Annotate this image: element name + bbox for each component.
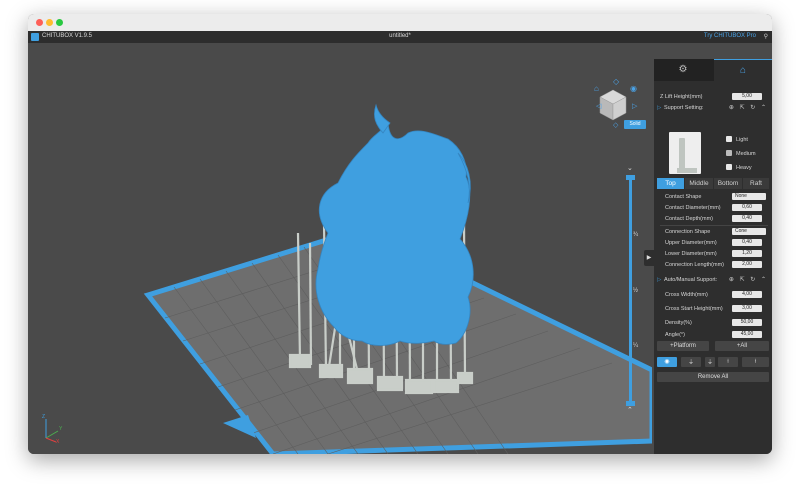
support-tool-1-button[interactable]: ⍊ [681, 357, 701, 367]
connection-shape-select[interactable]: Cone [732, 228, 766, 235]
home-view-icon[interactable]: ⌂ [594, 84, 599, 93]
add-all-button[interactable]: +All [715, 341, 769, 351]
connection-shape-label: Connection Shape [665, 229, 711, 235]
layer-slider[interactable] [629, 178, 632, 404]
support-setting-actions[interactable]: ⊕ ⇱ ↻ ⌃ [729, 104, 768, 111]
slider-mark: ¼ [633, 343, 639, 349]
support-tool-2-button[interactable]: ⍊ [705, 357, 715, 367]
cross-width-label: Cross Width(mm) [665, 292, 708, 298]
support-panel: ⚙ ⌂ Z Lift Height(mm) 5,00 ▷ Support Set… [654, 59, 772, 454]
close-window-button[interactable] [36, 19, 43, 26]
support-columns-icon: ⌂ [739, 65, 747, 76]
document-title: untitled* [389, 33, 411, 39]
heavy-checkbox[interactable] [726, 164, 732, 170]
contact-diameter-label: Contact Diameter(mm) [665, 205, 721, 211]
support-pin-icon: ⍊ [689, 359, 693, 365]
layer-slider-top-handle[interactable] [626, 175, 635, 180]
auto-manual-actions[interactable]: ⊕ ⇱ ↻ ⌃ [729, 276, 768, 283]
title-bar [28, 14, 772, 31]
panel-tabs: ⚙ ⌂ [654, 59, 772, 82]
density-input[interactable]: 50,00 [732, 319, 762, 326]
light-label: Light [736, 137, 748, 143]
axis-z-label: Z [42, 414, 46, 420]
z-lift-label: Z Lift Height(mm) [660, 94, 703, 100]
support-node-icon: ⍿ [754, 359, 757, 365]
slider-mark: ½ [633, 288, 639, 294]
tab-top[interactable]: Top [657, 178, 684, 189]
rotate-left-icon[interactable]: ◁ [596, 102, 601, 110]
support-setting-label: Support Setting: [664, 105, 704, 111]
solid-view-button[interactable]: Solid [624, 120, 646, 129]
auto-manual-header: ▷ Auto/Manual Support: ⊕ ⇱ ↻ ⌃ [656, 276, 770, 285]
view-cube[interactable] [598, 88, 628, 122]
upper-diameter-input[interactable]: 0,40 [732, 239, 762, 246]
camera-view-icon[interactable]: ◇ [613, 77, 619, 86]
eye-icon: ◉ [664, 359, 670, 365]
divider [660, 225, 768, 226]
minimize-window-button[interactable] [46, 19, 53, 26]
support-tool-4-button[interactable]: ⍿ [742, 357, 769, 367]
connection-length-input[interactable]: 2,00 [732, 261, 762, 268]
user-icon[interactable]: ⚲ [764, 33, 768, 40]
app-window: CHITUBOX V1.9.5 untitled* Try CHITUBOX P… [28, 14, 772, 454]
support-tool-3-button[interactable]: ⍿ [718, 357, 738, 367]
model-mesh [315, 103, 474, 346]
contact-diameter-input[interactable]: 0,60 [732, 204, 762, 211]
cross-start-label: Cross Start Height(mm) [665, 306, 723, 312]
tab-middle[interactable]: Middle [685, 178, 713, 189]
support-preview [669, 132, 701, 174]
contact-depth-input[interactable]: 0,40 [732, 215, 762, 222]
add-platform-button[interactable]: +Platform [657, 341, 709, 351]
medium-label: Medium [736, 151, 756, 157]
try-pro-link[interactable]: Try CHITUBOX Pro [704, 33, 756, 39]
gear-icon: ⚙ [678, 64, 688, 75]
rotate-right-icon[interactable]: ▷ [632, 102, 637, 110]
axis-y-label: Y [59, 426, 63, 432]
auto-manual-label: Auto/Manual Support: [664, 277, 718, 283]
support-node-icon: ⍿ [727, 359, 729, 365]
play-icon: ▷ [657, 277, 662, 283]
play-icon: ▷ [657, 105, 662, 111]
lower-diameter-label: Lower Diameter(mm) [665, 251, 717, 257]
cross-width-input[interactable]: 4,00 [732, 291, 762, 298]
contact-shape-select[interactable]: None [732, 193, 766, 200]
tab-supports[interactable]: ⌂ [714, 59, 772, 82]
cross-start-input[interactable]: 3,00 [732, 305, 762, 312]
medium-checkbox[interactable] [726, 150, 732, 156]
support-setting-header: ▷ Support Setting: ⊕ ⇱ ↻ ⌃ [656, 104, 770, 113]
density-label: Density(%) [665, 320, 692, 326]
tab-bottom[interactable]: Bottom [714, 178, 742, 189]
remove-all-button[interactable]: Remove All [657, 372, 769, 382]
zoom-window-button[interactable] [56, 19, 63, 26]
tab-raft[interactable]: Raft [743, 178, 769, 189]
panel-collapse-button[interactable]: ▶ [644, 250, 654, 266]
support-pin-icon: ⍊ [708, 359, 712, 365]
slider-chevron-down-icon[interactable]: ⌄ [627, 164, 633, 172]
upper-diameter-label: Upper Diameter(mm) [665, 240, 717, 246]
tab-settings[interactable]: ⚙ [654, 59, 712, 81]
contact-shape-label: Contact Shape [665, 194, 702, 200]
lower-diameter-input[interactable]: 1,20 [732, 250, 762, 257]
slider-chevron-up-icon[interactable]: ⌃ [627, 406, 633, 414]
axis-x-label: X [56, 439, 60, 445]
eye-view-icon[interactable]: ◉ [630, 84, 637, 93]
connection-length-label: Connection Length(mm) [665, 262, 725, 268]
rotate-down-icon[interactable]: ◇ [613, 121, 618, 129]
3d-viewport[interactable]: Z Y X [28, 43, 652, 454]
slider-mark: ¾ [633, 232, 639, 238]
show-supports-button[interactable]: ◉ [657, 357, 677, 367]
contact-depth-label: Contact Depth(mm) [665, 216, 713, 222]
angle-input[interactable]: 45,00 [732, 331, 762, 338]
z-lift-input[interactable]: 5,00 [732, 93, 762, 100]
heavy-label: Heavy [736, 165, 752, 171]
angle-label: Angle(°) [665, 332, 685, 338]
light-checkbox[interactable] [726, 136, 732, 142]
app-bar: CHITUBOX V1.9.5 untitled* Try CHITUBOX P… [28, 31, 772, 43]
